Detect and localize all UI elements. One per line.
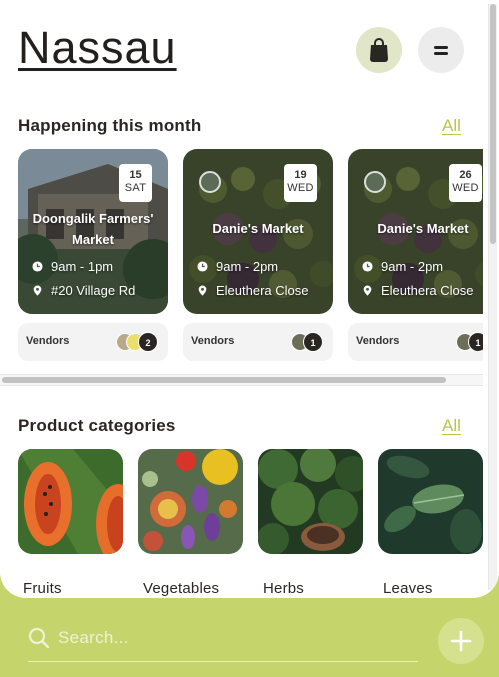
events-all-link[interactable]: All: [442, 116, 461, 136]
vendors-label: Vendors: [191, 335, 235, 347]
shopping-bag-icon: [370, 38, 388, 62]
vendors-label: Vendors: [356, 335, 400, 347]
event-location: Eleuthera Close: [362, 283, 474, 298]
search-input[interactable]: Search...: [58, 628, 129, 648]
search-icon: [28, 627, 50, 648]
category-image: [138, 449, 243, 554]
vendor-count-badge: 1: [468, 332, 483, 352]
market-logo: [364, 171, 386, 193]
event-date-badge: 26 WED: [449, 164, 482, 202]
location-pin-icon: [33, 285, 42, 296]
shopping-bag-button[interactable]: [356, 27, 402, 73]
category-label: Herbs: [263, 580, 305, 597]
category-card-vegetables[interactable]: Vegetables: [138, 449, 243, 597]
categories-section-title: Product categories: [18, 416, 176, 435]
vendors-label: Vendors: [26, 335, 70, 347]
scrollbar-thumb[interactable]: [490, 4, 496, 244]
search-field[interactable]: Search...: [28, 614, 418, 662]
event-card[interactable]: 19 WED Danie's Market 9am - 2pm Eleuther…: [183, 149, 333, 361]
location-pin-icon: [198, 285, 207, 296]
event-name: Doongalik Farmers' Market: [32, 211, 154, 247]
page-title: Nassau: [18, 22, 177, 73]
event-image: 19 WED Danie's Market 9am - 2pm Eleuther…: [183, 149, 333, 314]
vendors-pill[interactable]: Vendors 1: [348, 323, 483, 361]
clock-icon: [362, 261, 373, 272]
vertical-scrollbar[interactable]: [488, 4, 497, 590]
event-name: Danie's Market: [377, 221, 469, 236]
market-logo: [199, 171, 221, 193]
category-image: [18, 449, 123, 554]
categories-all-link[interactable]: All: [442, 416, 461, 436]
event-date-badge: 19 WED: [284, 164, 317, 202]
event-time: 9am - 1pm: [32, 259, 113, 274]
location-pin-icon: [363, 285, 372, 296]
event-location: #20 Village Rd: [32, 283, 135, 298]
vendor-count-badge: 1: [303, 332, 323, 352]
clock-icon: [197, 261, 208, 272]
event-location: Eleuthera Close: [197, 283, 309, 298]
event-card[interactable]: 15 SAT Doongalik Farmers' Market 9am - 1…: [18, 149, 168, 361]
category-card-leaves[interactable]: Leaves: [378, 449, 483, 597]
plus-icon: [450, 630, 472, 652]
add-button[interactable]: [438, 618, 484, 664]
category-label: Leaves: [383, 580, 433, 597]
category-label: Vegetables: [143, 580, 220, 597]
events-section-title: Happening this month: [18, 116, 202, 135]
event-image: 26 WED Danie's Market 9am - 2pm Eleuther…: [348, 149, 483, 314]
event-time: 9am - 2pm: [362, 259, 443, 274]
category-label: Fruits: [23, 580, 62, 597]
scrollbar-thumb[interactable]: [2, 377, 446, 383]
vendor-count-badge: 2: [138, 332, 158, 352]
events-carousel[interactable]: 15 SAT Doongalik Farmers' Market 9am - 1…: [0, 149, 483, 369]
category-card-fruits[interactable]: Fruits: [18, 449, 123, 597]
vendors-pill[interactable]: Vendors 1: [183, 323, 333, 361]
category-image: [258, 449, 363, 554]
categories-carousel[interactable]: Fruits Vegetables Herbs Leaves: [0, 449, 483, 598]
event-card[interactable]: 26 WED Danie's Market 9am - 2pm Eleuther…: [348, 149, 483, 361]
event-date-badge: 15 SAT: [119, 164, 152, 202]
vendors-pill[interactable]: Vendors 2: [18, 323, 168, 361]
event-image: 15 SAT Doongalik Farmers' Market 9am - 1…: [18, 149, 168, 314]
event-time: 9am - 2pm: [197, 259, 278, 274]
category-image: [378, 449, 483, 554]
menu-button[interactable]: [418, 27, 464, 73]
app-root: Nassau Happening this month All 15 SAT D…: [0, 0, 499, 677]
category-card-herbs[interactable]: Herbs: [258, 449, 363, 597]
events-horizontal-scrollbar[interactable]: [0, 374, 483, 386]
main-content: Nassau Happening this month All 15 SAT D…: [0, 0, 499, 598]
clock-icon: [32, 261, 43, 272]
event-name: Danie's Market: [212, 221, 304, 236]
